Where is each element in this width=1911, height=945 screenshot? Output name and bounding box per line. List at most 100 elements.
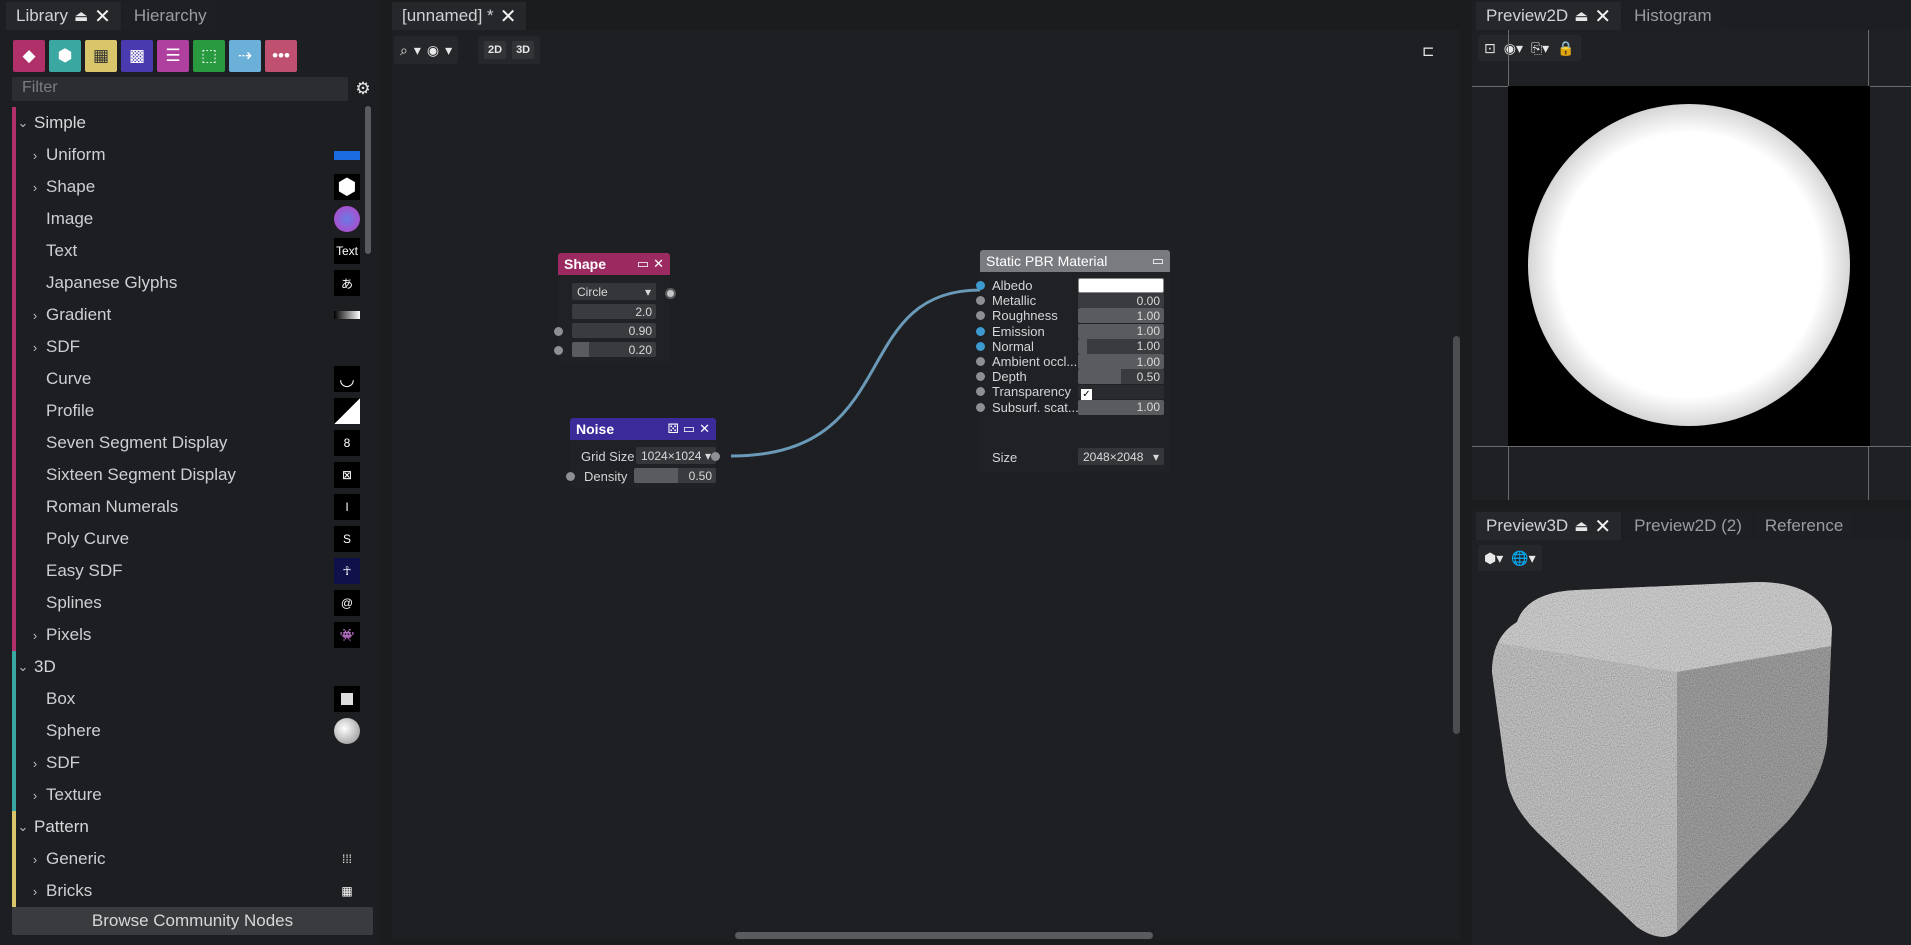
randomize-icon[interactable]: ⚄ xyxy=(667,421,678,437)
noise-node-header[interactable]: Noise ⚄ ▭ ✕ xyxy=(570,418,716,440)
noise-input-port[interactable] xyxy=(566,472,575,481)
shape-input-port-1[interactable] xyxy=(554,327,563,336)
density-field[interactable]: 0.50 xyxy=(634,468,716,483)
library-item[interactable]: › Bricks ▦ xyxy=(12,875,362,907)
noise-node[interactable]: Noise ⚄ ▭ ✕ Grid Size 1024×1024 ▾ Density 0… xyxy=(566,418,720,488)
tab-preview2d-2[interactable]: Preview2D (2) xyxy=(1624,512,1752,540)
pbr-input-port[interactable] xyxy=(976,326,985,336)
bricks-icon[interactable]: ▦ xyxy=(85,40,117,72)
chevron-icon[interactable]: › xyxy=(28,788,42,803)
tab-histogram[interactable]: Histogram xyxy=(1624,2,1722,30)
eject-icon[interactable]: ⏏ xyxy=(74,7,88,25)
library-category[interactable]: ⌄ Pattern xyxy=(12,811,362,843)
tab-preview2d[interactable]: Preview2D ⏏ ✕ xyxy=(1476,2,1622,30)
export-icon[interactable]: ⎘▾ xyxy=(1531,40,1549,57)
environment-icon[interactable]: 🌐▾ xyxy=(1511,550,1535,567)
close-icon[interactable]: ✕ xyxy=(653,256,664,272)
reset-view-icon[interactable]: ⊡ xyxy=(1484,40,1496,57)
tab-hierarchy[interactable]: Hierarchy xyxy=(123,2,217,30)
library-item[interactable]: Curve ◡ xyxy=(12,363,362,395)
preview-icon[interactable]: ▭ xyxy=(1152,253,1164,269)
library-scrollbar[interactable] xyxy=(365,106,371,254)
library-item[interactable]: Sphere xyxy=(12,715,362,747)
pbr-value-field[interactable]: 1.00 xyxy=(1078,399,1164,415)
pbr-node-header[interactable]: Static PBR Material ▭ xyxy=(980,250,1170,272)
chevron-icon[interactable]: › xyxy=(28,884,42,899)
library-item[interactable]: Seven Segment Display 8 xyxy=(12,427,362,459)
library-item[interactable]: Japanese Glyphs あ xyxy=(12,267,362,299)
close-icon[interactable]: ✕ xyxy=(1594,514,1611,539)
tab-library[interactable]: Library ⏏ ✕ xyxy=(6,2,121,30)
transparency-checkbox[interactable]: ✓ xyxy=(1078,385,1164,401)
pbr-input-port[interactable] xyxy=(976,311,985,321)
shape-node-header[interactable]: Shape ▭ ✕ xyxy=(558,253,670,275)
browse-community-nodes-button[interactable]: Browse Community Nodes xyxy=(12,907,373,935)
library-item[interactable]: › SDF xyxy=(12,747,362,779)
pbr-input-port[interactable] xyxy=(976,357,985,366)
library-item[interactable]: › Texture xyxy=(12,779,362,811)
shape-param-2[interactable]: 0.90 xyxy=(572,323,656,338)
size-dropdown[interactable]: 2048×2048 ▾ xyxy=(1078,448,1164,465)
pbr-input-port[interactable] xyxy=(976,296,985,306)
close-icon[interactable]: ✕ xyxy=(94,4,111,29)
chevron-icon[interactable]: › xyxy=(28,180,42,195)
filter-input[interactable]: Filter xyxy=(12,77,348,101)
chevron-icon[interactable]: › xyxy=(28,308,42,323)
pbr-input-port[interactable] xyxy=(976,372,985,382)
eject-icon[interactable]: ⏏ xyxy=(1574,517,1588,535)
gear-icon[interactable]: ⚙ xyxy=(352,78,374,100)
cube-icon[interactable]: ⬢ xyxy=(49,40,81,72)
flow-icon[interactable]: ⇢ xyxy=(229,40,261,72)
chevron-icon[interactable]: › xyxy=(28,852,42,867)
library-item[interactable]: › Shape ⬢ xyxy=(12,171,362,203)
noise-icon[interactable]: ▩ xyxy=(121,40,153,72)
shape-param-3[interactable]: 0.20 xyxy=(572,342,656,357)
shape-output-port[interactable] xyxy=(665,288,676,299)
pbr-value-field[interactable]: 1.00 xyxy=(1078,354,1164,369)
pbr-input-port[interactable] xyxy=(976,281,985,290)
pbr-value-field[interactable]: 1.00 xyxy=(1078,338,1164,354)
static-pbr-material-node[interactable]: Static PBR Material ▭ Albedo Metallic 0.00… xyxy=(976,250,1170,472)
graph-horizontal-scrollbar[interactable] xyxy=(735,932,1153,939)
library-item[interactable]: Image xyxy=(12,203,362,235)
model-icon[interactable]: ⬢▾ xyxy=(1484,550,1503,567)
lock-icon[interactable]: 🔒 xyxy=(1557,40,1574,57)
chevron-icon[interactable]: ⌄ xyxy=(16,819,30,835)
library-item[interactable]: Splines @ xyxy=(12,587,362,619)
preview-icon[interactable]: ▭ xyxy=(637,256,649,272)
tab-reference[interactable]: Reference xyxy=(1754,512,1854,540)
graph-vertical-scrollbar[interactable] xyxy=(1453,336,1460,734)
shape-input-port-2[interactable] xyxy=(554,346,563,355)
library-category[interactable]: ⌄ 3D xyxy=(12,651,362,683)
albedo-color-swatch[interactable] xyxy=(1078,278,1164,293)
chevron-icon[interactable]: › xyxy=(28,756,42,771)
shape-type-dropdown[interactable]: Circle ▾ xyxy=(572,283,656,300)
close-icon[interactable]: ✕ xyxy=(699,421,710,437)
chevron-icon[interactable]: › xyxy=(28,628,42,643)
grid-size-dropdown[interactable]: 1024×1024 ▾ xyxy=(636,447,716,464)
library-item[interactable]: Sixteen Segment Display ⊠ xyxy=(12,459,362,491)
view-mode-icon[interactable]: ◉▾ xyxy=(1504,40,1523,57)
pbr-input-port[interactable] xyxy=(976,341,985,351)
noise-output-port[interactable] xyxy=(711,452,720,461)
preview-icon[interactable]: ▭ xyxy=(683,421,695,437)
pbr-value-field[interactable]: 0.50 xyxy=(1078,369,1164,385)
pbr-value-field[interactable]: 0.00 xyxy=(1078,293,1164,309)
library-item[interactable]: Text Text xyxy=(12,235,362,267)
chevron-icon[interactable]: ⌄ xyxy=(16,659,30,675)
tab-preview3d[interactable]: Preview3D ⏏ ✕ xyxy=(1476,512,1622,540)
library-item[interactable]: › Gradient xyxy=(12,299,362,331)
library-item[interactable]: › Generic ⁞⁞⁞ xyxy=(12,843,362,875)
pbr-value-field[interactable]: 1.00 xyxy=(1078,308,1164,324)
library-item[interactable]: Easy SDF ☥ xyxy=(12,555,362,587)
library-item[interactable]: › Uniform xyxy=(12,139,362,171)
library-item[interactable]: Poly Curve S xyxy=(12,523,362,555)
sliders-icon[interactable]: ☰ xyxy=(157,40,189,72)
library-item[interactable]: › Pixels 👾 xyxy=(12,619,362,651)
library-category[interactable]: ⌄ Simple xyxy=(12,107,362,139)
pbr-input-port[interactable] xyxy=(976,387,985,397)
simple-shapes-icon[interactable]: ◆ xyxy=(13,40,45,72)
pbr-input-port[interactable] xyxy=(976,402,985,412)
pbr-value-field[interactable]: 1.00 xyxy=(1078,323,1164,339)
library-item[interactable]: › SDF xyxy=(12,331,362,363)
